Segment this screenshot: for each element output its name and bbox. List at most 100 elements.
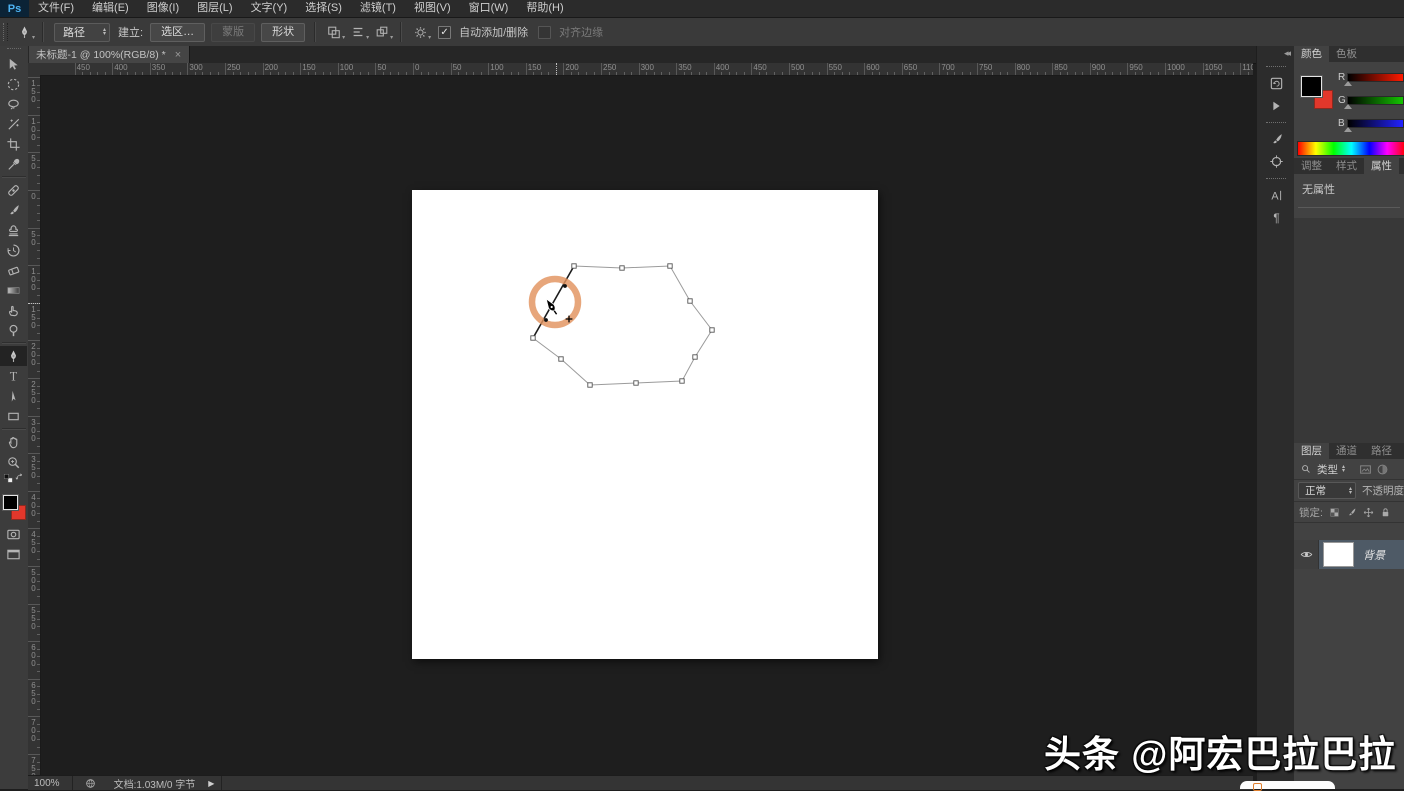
foreground-color-swatch[interactable] (2, 494, 19, 511)
menu-文字[interactable]: 文字(Y) (242, 0, 297, 17)
color-spectrum-ramp[interactable] (1297, 141, 1404, 156)
tab-paths[interactable]: 路径 (1364, 443, 1399, 459)
menu-选择[interactable]: 选择(S) (296, 0, 351, 17)
blend-mode-value: 正常 (1305, 485, 1326, 497)
pen-tool[interactable] (0, 346, 27, 366)
screen-mode-icon (6, 547, 21, 562)
menu-滤镜[interactable]: 滤镜(T) (351, 0, 405, 17)
spinner-arrows-icon: ▴ ▾ (1342, 464, 1346, 474)
default-colors-icon[interactable] (3, 473, 13, 483)
brush-tool[interactable] (0, 200, 27, 220)
eyedropper-tool[interactable] (0, 154, 27, 174)
menu-帮助[interactable]: 帮助(H) (517, 0, 572, 17)
path-arrangement-button[interactable]: ▾ (372, 23, 393, 41)
lock-pixels-icon[interactable] (1346, 507, 1357, 518)
slider-g-handle[interactable] (1344, 104, 1352, 109)
history-brush-icon (6, 243, 21, 258)
tab-styles[interactable]: 样式 (1329, 158, 1364, 174)
tab-swatches[interactable]: 色板 (1329, 46, 1364, 62)
clone-source-panel-icon[interactable] (1261, 151, 1291, 172)
make-selection-button[interactable]: 选区… (150, 22, 206, 42)
tool-mode-select[interactable]: 路径 ▴ ▾ (54, 22, 111, 42)
properties-panel: 无属性 (1294, 174, 1404, 218)
marquee-tool[interactable] (0, 74, 27, 94)
vertical-ruler[interactable]: 150 100 50 0 50 100 150 200 250 300 350 400 450 500 55… (28, 75, 41, 775)
blend-mode-select[interactable]: 正常 ▴ ▾ (1298, 482, 1356, 499)
auto-add-delete-label: 自动添加/删除 (459, 27, 529, 39)
zoom-icon (6, 455, 21, 470)
lock-position-icon[interactable] (1363, 507, 1374, 518)
lock-transparency-icon[interactable] (1329, 507, 1340, 518)
swap-colors-icon[interactable] (15, 473, 25, 483)
menu-文件[interactable]: 文件(F) (29, 0, 83, 17)
tab-layers[interactable]: 图层 (1294, 443, 1329, 459)
zoom-level-field[interactable]: 100% (34, 778, 60, 789)
tab-channels[interactable]: 通道 (1329, 443, 1364, 459)
crop-tool[interactable] (0, 134, 27, 154)
tab-properties[interactable]: 属性 (1364, 158, 1399, 174)
character-panel-icon[interactable]: A (1261, 185, 1291, 206)
eraser-tool[interactable] (0, 260, 27, 280)
layer-visibility-cell[interactable] (1294, 540, 1319, 569)
auto-add-delete-checkbox[interactable]: ✓ (438, 25, 452, 39)
path-alignment-button[interactable]: ▾ (348, 23, 369, 41)
menu-图层[interactable]: 图层(L) (188, 0, 241, 17)
slider-b-handle[interactable] (1344, 127, 1352, 132)
layer-filter-type[interactable]: 类型 (1317, 462, 1338, 477)
chevron-down-icon: ▾ (31, 35, 35, 41)
layer-row-background[interactable]: 背景 (1294, 540, 1404, 569)
tab-color[interactable]: 颜色 (1294, 46, 1329, 62)
smudge-tool[interactable] (0, 300, 27, 320)
hand-tool[interactable] (0, 432, 27, 452)
eraser-icon (6, 263, 21, 278)
gradient-icon (6, 283, 21, 298)
zoom-tool[interactable] (0, 452, 27, 472)
path-selection-tool[interactable] (0, 386, 27, 406)
path-operations-icon (327, 25, 341, 39)
lasso-tool[interactable] (0, 94, 27, 114)
tab-info[interactable]: 信息 (1399, 158, 1404, 174)
menu-视图[interactable]: 视图(V) (405, 0, 460, 17)
brush-presets-panel-icon[interactable] (1261, 129, 1291, 150)
menu-编辑[interactable]: 编辑(E) (83, 0, 138, 17)
path-operations-button[interactable]: ▾ (324, 23, 345, 41)
move-tool[interactable] (0, 54, 27, 74)
actions-panel-icon[interactable] (1261, 95, 1291, 116)
menu-窗口[interactable]: 窗口(W) (460, 0, 518, 17)
history-brush-tool[interactable] (0, 240, 27, 260)
tab-adjustments[interactable]: 调整 (1294, 158, 1329, 174)
slider-r-handle[interactable] (1344, 81, 1352, 86)
gradient-tool[interactable] (0, 280, 27, 300)
horizontal-ruler[interactable]: 450 400 350 300 250 200 150 100 50 0 50 100 150 200 25… (40, 63, 1253, 76)
pen-options-gear-button[interactable]: ▾ (410, 23, 431, 41)
shape-tool[interactable] (0, 406, 27, 426)
layer-thumbnail[interactable] (1323, 542, 1354, 567)
quick-mask-button[interactable] (0, 524, 27, 544)
foreground-color-swatch-panel[interactable] (1300, 75, 1323, 98)
make-label: 建立: (118, 27, 144, 39)
clone-stamp-tool[interactable] (0, 220, 27, 240)
close-icon[interactable]: × (175, 49, 181, 61)
status-options-arrow[interactable]: ▶ (205, 778, 217, 789)
healing-brush-tool[interactable] (0, 180, 27, 200)
magic-wand-tool[interactable] (0, 114, 27, 134)
lock-all-icon[interactable] (1380, 507, 1391, 518)
history-panel-icon[interactable] (1261, 73, 1291, 94)
filter-adjustment-icon[interactable] (1376, 463, 1389, 476)
ruler-cursor-position-v (28, 303, 40, 305)
expand-panels-icon[interactable]: ◂◂ (1284, 48, 1291, 59)
marquee-icon (6, 77, 21, 92)
paragraph-panel-icon[interactable]: ¶ (1261, 207, 1291, 228)
type-tool[interactable]: T (0, 366, 27, 386)
dodge-tool[interactable] (0, 320, 27, 340)
lock-label: 锁定: (1299, 506, 1323, 519)
tools-panel: T (0, 46, 29, 789)
document-canvas[interactable] (412, 190, 878, 659)
document-tab[interactable]: 未标题-1 @ 100%(RGB/8) * × (28, 46, 191, 63)
filter-image-icon[interactable] (1359, 463, 1372, 476)
screen-mode-button[interactable] (0, 544, 27, 564)
pen-tool-preset-button[interactable]: ▾ (14, 23, 35, 41)
menu-图像[interactable]: 图像(I) (138, 0, 188, 17)
make-shape-button[interactable]: 形状 (261, 22, 306, 42)
color-panel: R G B (1294, 62, 1404, 158)
